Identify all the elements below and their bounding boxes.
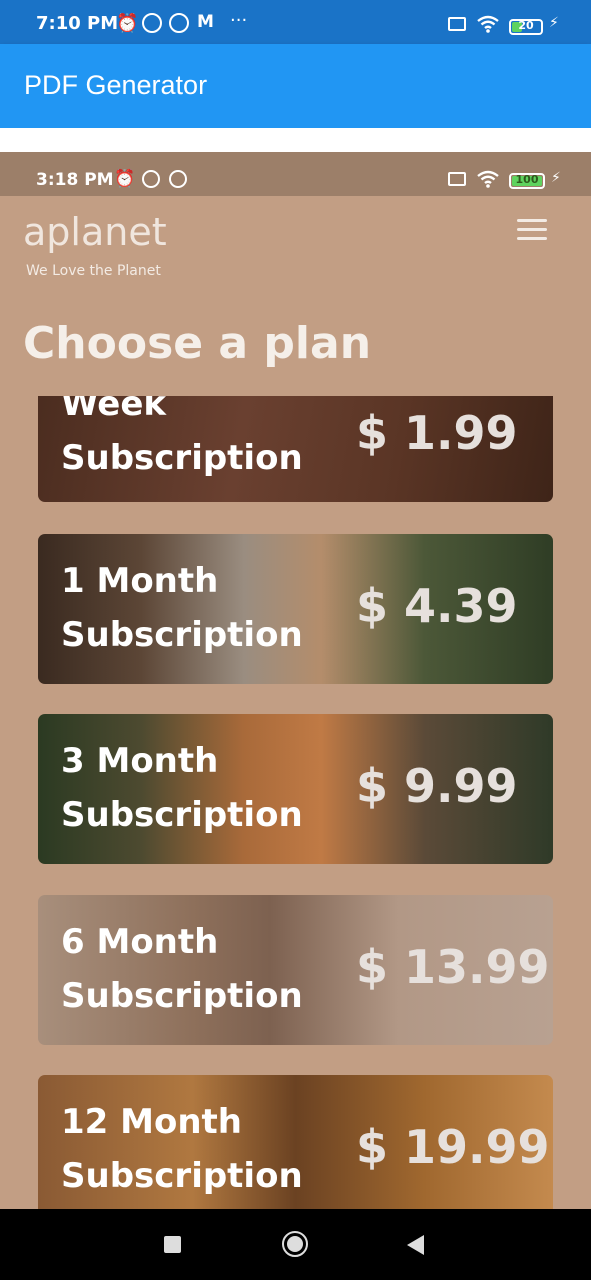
inner-status-bar: 3:18 PM ⏰ 100 ⚡ — [0, 152, 591, 196]
sync-icon — [169, 170, 187, 188]
charging-icon: ⚡ — [551, 170, 561, 186]
plan-duration: 1 Month — [61, 561, 219, 601]
plan-duration: 12 Month — [61, 1102, 243, 1142]
hamburger-menu-icon[interactable] — [517, 219, 547, 241]
system-status-bar: 7:10 PM ⏰ M ··· 20 ⚡ — [0, 0, 591, 44]
battery-icon: 20 — [509, 19, 543, 35]
sim-off-icon — [448, 17, 466, 31]
plan-card-6-month[interactable]: 6 Month Subscription $ 13.99 — [38, 895, 553, 1045]
plan-price: $ 13.99 — [356, 940, 550, 994]
plan-duration: Week — [61, 396, 167, 424]
battery-level: 20 — [518, 19, 534, 32]
home-icon[interactable] — [282, 1231, 308, 1257]
plan-price: $ 19.99 — [356, 1120, 550, 1174]
recent-apps-icon[interactable] — [164, 1236, 181, 1253]
more-dots-icon: ··· — [230, 10, 248, 31]
plan-label: Subscription — [61, 976, 303, 1016]
battery-icon: 100 — [509, 173, 545, 189]
app-title: PDF Generator — [24, 70, 208, 100]
plan-card-1-month[interactable]: 1 Month Subscription $ 4.39 — [38, 534, 553, 684]
battery-level: 100 — [515, 173, 539, 186]
sim-off-icon — [448, 172, 466, 186]
plan-card-week[interactable]: Week Subscription $ 1.99 — [38, 396, 553, 502]
sync-icon — [169, 13, 189, 33]
charging-icon: ⚡ — [549, 15, 559, 31]
wifi-icon — [477, 15, 499, 33]
sync-icon — [142, 13, 162, 33]
inner-status-time: 3:18 PM — [36, 170, 114, 190]
plan-price: $ 1.99 — [356, 406, 518, 460]
wifi-icon — [477, 170, 499, 188]
content-divider — [0, 128, 591, 152]
app-bar: PDF Generator — [0, 44, 591, 128]
plan-label: Subscription — [61, 1156, 303, 1196]
plan-price: $ 4.39 — [356, 579, 518, 633]
page-heading: Choose a plan — [23, 318, 372, 369]
plan-list[interactable]: Week Subscription $ 1.99 1 Month Subscri… — [0, 396, 591, 1209]
plan-label: Subscription — [61, 438, 303, 478]
gmail-icon: M — [197, 12, 214, 32]
plan-label: Subscription — [61, 615, 303, 655]
plan-price: $ 9.99 — [356, 759, 518, 813]
plan-card-12-month[interactable]: 12 Month Subscription $ 19.99 — [38, 1075, 553, 1209]
plan-duration: 3 Month — [61, 741, 219, 781]
alarm-off-icon: ⏰ — [116, 13, 139, 34]
plan-duration: 6 Month — [61, 922, 219, 962]
plan-label: Subscription — [61, 795, 303, 835]
brand-logo: aplanet — [23, 210, 167, 254]
alarm-off-icon: ⏰ — [114, 169, 136, 189]
plan-card-3-month[interactable]: 3 Month Subscription $ 9.99 — [38, 714, 553, 864]
brand-tagline: We Love the Planet — [26, 263, 161, 279]
back-icon[interactable] — [407, 1235, 424, 1255]
sync-icon — [142, 170, 160, 188]
status-time: 7:10 PM — [36, 13, 119, 34]
